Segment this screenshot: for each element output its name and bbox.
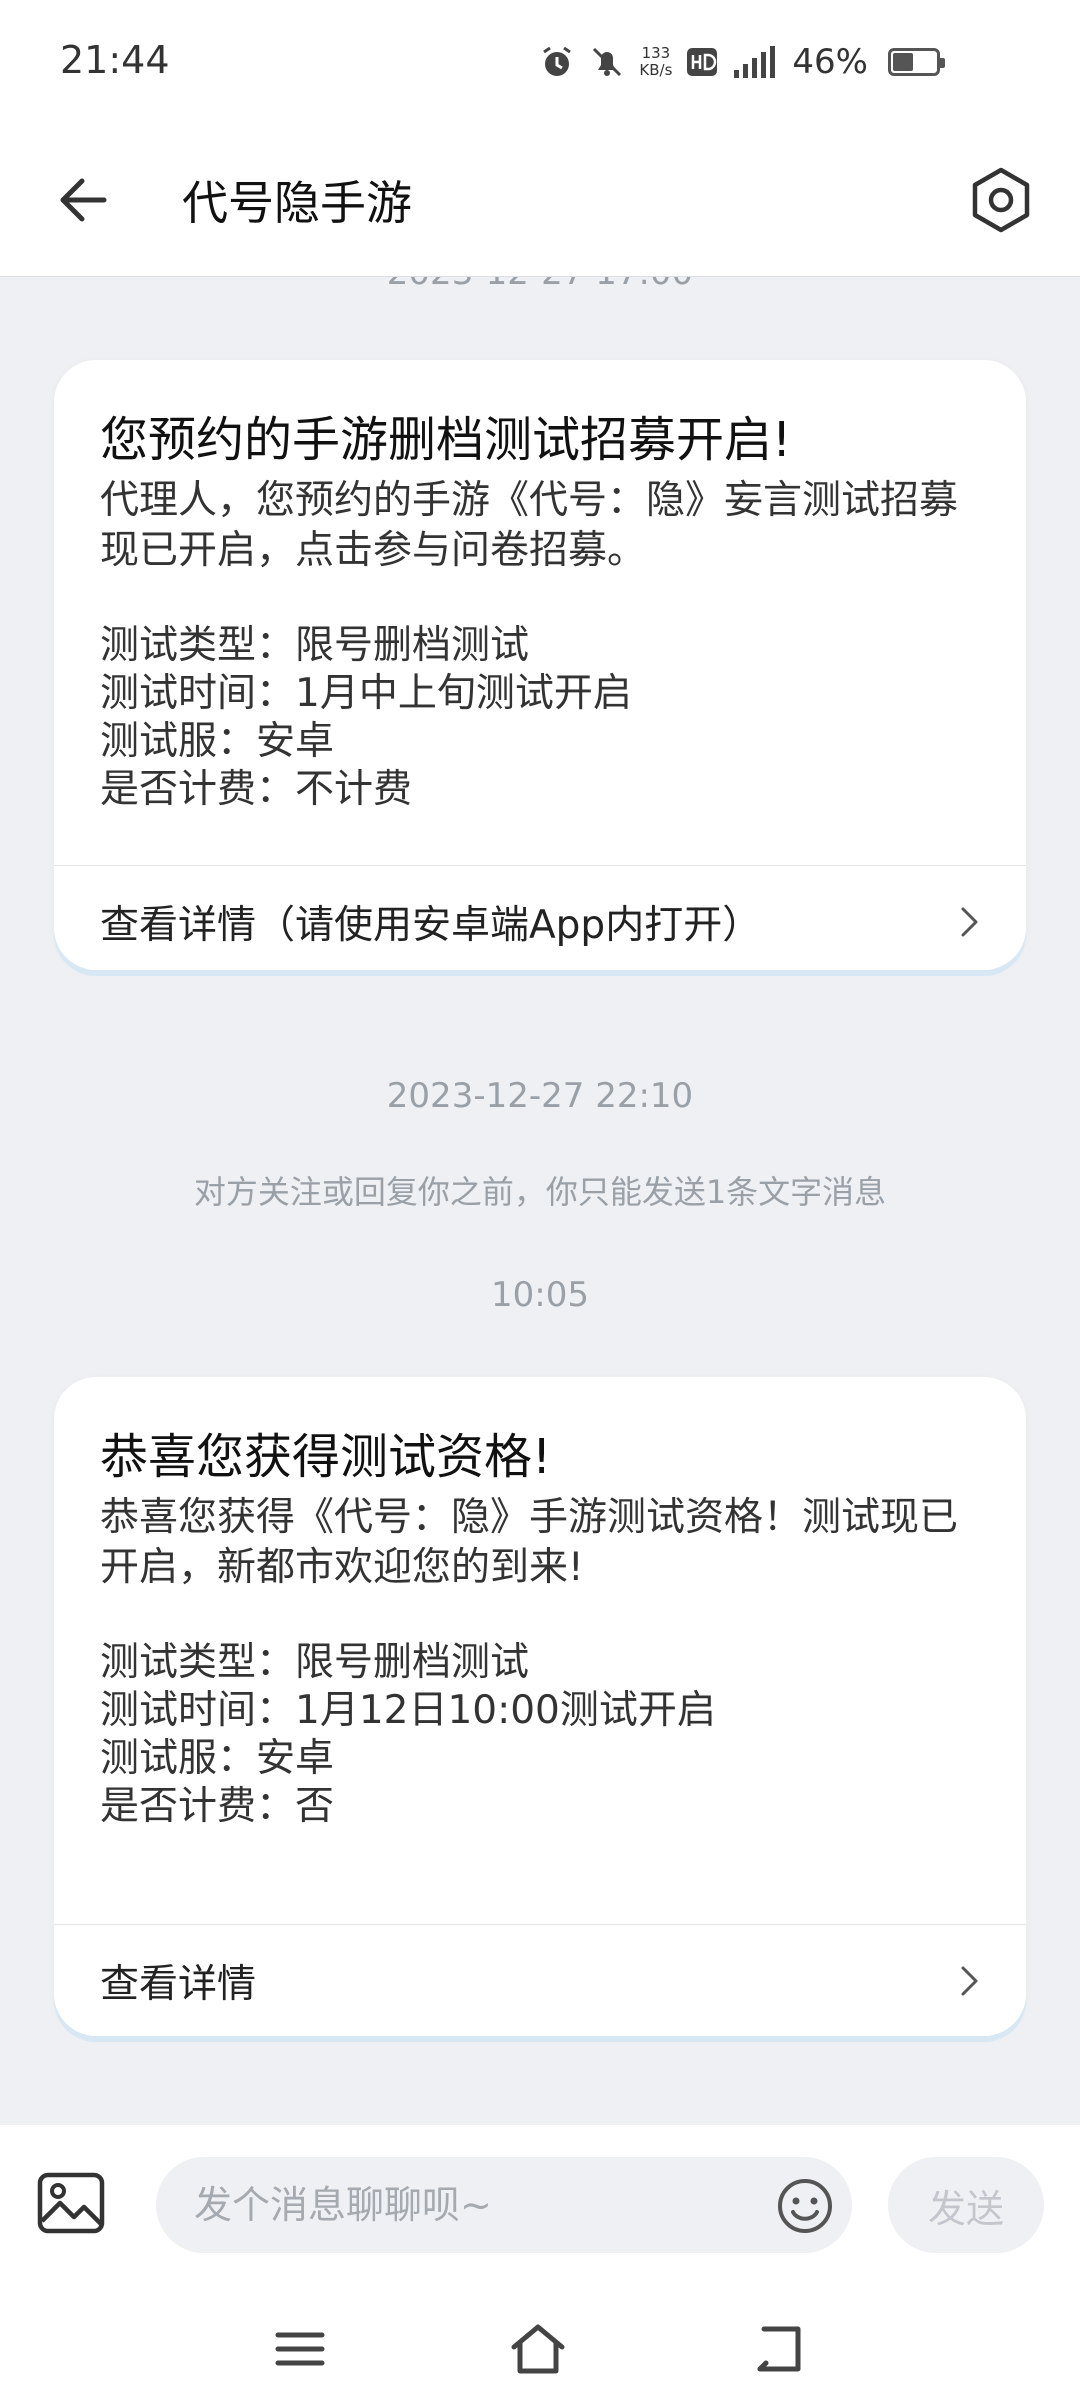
return-icon	[757, 2326, 801, 2372]
card-description: 代理人，您预约的手游《代号：隐》妄言测试招募现已开启，点击参与问卷招募。	[100, 478, 959, 573]
battery-percent: 46%	[792, 42, 868, 82]
view-details-link[interactable]: 查看详情（请使用安卓端App内打开）	[100, 866, 986, 978]
status-time: 21:44	[60, 38, 170, 82]
view-details-label: 查看详情（请使用安卓端App内打开）	[100, 903, 762, 948]
nav-menu-button[interactable]	[270, 2319, 330, 2379]
billing-info: 是否计费：否	[100, 1784, 335, 1829]
image-icon	[37, 2172, 105, 2234]
arrow-left-icon	[60, 178, 107, 222]
network-speed: 133 KB/s	[639, 44, 673, 79]
hd-icon	[687, 48, 718, 76]
test-type: 测试类型：限号删档测试	[100, 1640, 530, 1685]
nav-back-button[interactable]	[750, 2319, 810, 2379]
message-card[interactable]: 恭喜您获得测试资格! 恭喜您获得《代号：隐》手游测试资格！测试现已开启，新都市欢…	[54, 1377, 1026, 2036]
nav-home-button[interactable]	[508, 2319, 568, 2379]
card-title: 您预约的手游删档测试招募开启!	[100, 412, 792, 468]
settings-button[interactable]	[962, 161, 1040, 239]
message-card[interactable]: 您预约的手游删档测试招募开启! 代理人，您预约的手游《代号：隐》妄言测试招募现已…	[54, 360, 1026, 970]
send-button[interactable]: 发送	[888, 2157, 1044, 2253]
view-details-label: 查看详情	[100, 1962, 257, 2007]
message-input[interactable]	[156, 2157, 852, 2253]
home-icon	[511, 2324, 565, 2374]
hexagon-settings-icon	[972, 167, 1030, 233]
message-timestamp: 10:05	[491, 1275, 589, 1315]
menu-icon	[275, 2332, 325, 2366]
view-details-link[interactable]: 查看详情	[100, 1925, 986, 2037]
image-picker-button[interactable]	[36, 2171, 106, 2235]
message-list[interactable]: 2023-12-27 17:00 您预约的手游删档测试招募开启! 代理人，您预约…	[0, 277, 1080, 2125]
chevron-right-icon	[961, 907, 978, 937]
system-nav-bar	[0, 2283, 1080, 2408]
alarm-icon	[543, 46, 572, 76]
test-server: 测试服：安卓	[100, 719, 335, 764]
test-time: 测试时间：1月12日10:00测试开启	[100, 1688, 716, 1733]
send-limit-notice: 对方关注或回复你之前，你只能发送1条文字消息	[193, 1173, 887, 1211]
chevron-right-icon	[961, 1966, 978, 1996]
smiley-icon	[778, 2179, 832, 2233]
bell-off-icon	[593, 47, 622, 77]
page-title: 代号隐手游	[182, 176, 412, 230]
message-input-bar: 发送	[0, 2125, 1080, 2283]
message-timestamp: 2023-12-27 22:10	[386, 1076, 694, 1116]
emoji-button[interactable]	[776, 2177, 834, 2235]
message-timestamp: 2023-12-27 17:00	[0, 277, 1080, 293]
status-bar: 21:44 133 KB/s 46%	[0, 0, 1080, 125]
test-type: 测试类型：限号删档测试	[100, 623, 530, 668]
card-title: 恭喜您获得测试资格!	[100, 1429, 552, 1485]
test-time: 测试时间：1月中上旬测试开启	[100, 671, 632, 716]
back-button[interactable]	[52, 165, 122, 235]
billing-info: 是否计费：不计费	[100, 767, 413, 812]
test-server: 测试服：安卓	[100, 1736, 335, 1781]
status-icons: 133 KB/s 46%	[539, 38, 945, 86]
chat-header: 代号隐手游	[0, 125, 1080, 277]
battery-icon	[888, 48, 945, 76]
card-description: 恭喜您获得《代号：隐》手游测试资格！测试现已开启，新都市欢迎您的到来!	[100, 1495, 959, 1590]
signal-5g-icon	[734, 46, 776, 78]
